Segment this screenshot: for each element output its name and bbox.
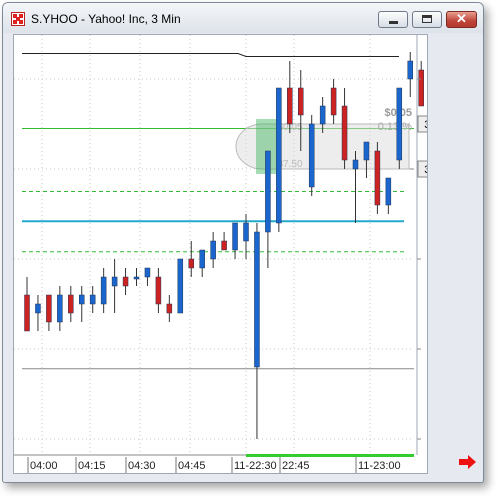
minimize-button[interactable] bbox=[378, 11, 408, 28]
price-marker-label: 37.55 bbox=[424, 119, 427, 131]
candle bbox=[166, 295, 173, 322]
candle-body bbox=[199, 249, 205, 269]
window-title: S.YHOO - Yahoo! Inc, 3 Min bbox=[31, 12, 181, 26]
candle bbox=[396, 87, 403, 169]
candle-body bbox=[57, 294, 63, 323]
candle-body bbox=[24, 294, 30, 332]
candle bbox=[210, 232, 216, 268]
candle bbox=[144, 267, 151, 286]
candle-body bbox=[166, 303, 173, 314]
time-axis-label: 04:15 bbox=[78, 460, 106, 472]
close-button[interactable]: ✕ bbox=[446, 11, 477, 28]
candle bbox=[330, 79, 337, 124]
candle-body bbox=[122, 276, 129, 287]
candle-body bbox=[407, 60, 413, 80]
candle bbox=[24, 277, 30, 332]
candle bbox=[407, 52, 413, 97]
candle bbox=[385, 177, 392, 214]
candle bbox=[276, 87, 282, 232]
candle bbox=[100, 268, 107, 313]
candle-body bbox=[396, 87, 403, 161]
maximize-icon bbox=[422, 15, 432, 23]
candle-body bbox=[155, 276, 162, 305]
candle bbox=[177, 258, 184, 314]
candle bbox=[308, 115, 315, 196]
candle-body bbox=[352, 159, 359, 170]
candle-body bbox=[188, 258, 194, 269]
time-axis-label: 04:30 bbox=[128, 460, 156, 472]
candle bbox=[374, 142, 381, 214]
close-icon: ✕ bbox=[456, 11, 467, 26]
candle bbox=[221, 232, 227, 251]
candle-body bbox=[374, 150, 381, 206]
candle-body bbox=[243, 222, 249, 242]
candle-body bbox=[265, 150, 271, 233]
candle bbox=[418, 61, 424, 107]
candle-body bbox=[298, 87, 304, 116]
candle bbox=[79, 286, 85, 322]
candle-body bbox=[133, 276, 140, 280]
candle-body bbox=[221, 240, 227, 251]
candle-body bbox=[385, 177, 392, 206]
candlestick-chart[interactable]: $0.05 0.13 % $0.05 37.50 37.6037.5037.40… bbox=[14, 35, 466, 473]
title-bar[interactable]: S.YHOO - Yahoo! Inc, 3 Min ✕ bbox=[3, 3, 483, 33]
candle bbox=[352, 151, 359, 223]
candle-body bbox=[79, 294, 85, 305]
candle-body bbox=[319, 105, 326, 125]
app-icon bbox=[11, 12, 25, 26]
candle bbox=[155, 268, 162, 313]
minimize-icon bbox=[389, 21, 398, 24]
candle-body bbox=[287, 87, 293, 125]
candle bbox=[111, 259, 118, 313]
candle-body bbox=[100, 276, 107, 305]
candle-body bbox=[341, 105, 348, 161]
candles bbox=[24, 52, 424, 439]
candle bbox=[232, 222, 238, 259]
candle-body bbox=[276, 87, 282, 224]
candle-body bbox=[144, 267, 151, 278]
candle bbox=[68, 286, 74, 322]
time-axis-label: 11-23:00 bbox=[358, 460, 401, 472]
change-pct-label: 0.13 % bbox=[378, 121, 412, 133]
candle bbox=[265, 150, 271, 268]
maximize-button[interactable] bbox=[412, 11, 442, 28]
candle-body bbox=[330, 87, 337, 116]
candle-body bbox=[46, 294, 52, 323]
candle-body bbox=[35, 303, 41, 314]
candle bbox=[254, 223, 260, 439]
candle bbox=[133, 268, 140, 286]
chart-window: S.YHOO - Yahoo! Inc, 3 Min ✕ $0.05 0.13 … bbox=[2, 2, 484, 483]
candle-body bbox=[68, 294, 74, 314]
candle bbox=[35, 295, 41, 331]
candle bbox=[57, 286, 63, 331]
time-axis-label: 04:00 bbox=[30, 460, 58, 472]
candle-body bbox=[363, 141, 370, 161]
time-axis-label: 11-22:30 bbox=[234, 460, 277, 472]
chart-plot-area[interactable]: $0.05 0.13 % $0.05 37.50 37.6037.5037.40… bbox=[13, 34, 466, 474]
candle-body bbox=[111, 276, 118, 287]
candle-body bbox=[232, 222, 238, 251]
candle bbox=[122, 268, 129, 295]
candle bbox=[341, 88, 348, 169]
candle bbox=[89, 286, 96, 313]
candle bbox=[363, 141, 370, 178]
candle bbox=[287, 61, 293, 133]
candle-body bbox=[210, 240, 216, 260]
candle-body bbox=[418, 69, 424, 107]
time-axis-label: 04:45 bbox=[178, 460, 206, 472]
candle-body bbox=[254, 231, 260, 368]
price-marker-label: 37.50 bbox=[424, 164, 427, 176]
candle bbox=[199, 249, 205, 277]
time-axis[interactable]: 04:00 04:15 04:30 04:45 11-22:30 22:45 11-23:0… bbox=[14, 454, 414, 473]
candle-body bbox=[308, 123, 315, 188]
time-axis-label: 22:45 bbox=[282, 460, 310, 472]
resistance-line bbox=[22, 53, 399, 57]
scroll-right-arrow-icon[interactable] bbox=[459, 455, 479, 469]
session-bar bbox=[246, 454, 414, 457]
candle-body bbox=[177, 258, 184, 314]
candle-body bbox=[89, 294, 96, 305]
candle bbox=[46, 294, 52, 331]
